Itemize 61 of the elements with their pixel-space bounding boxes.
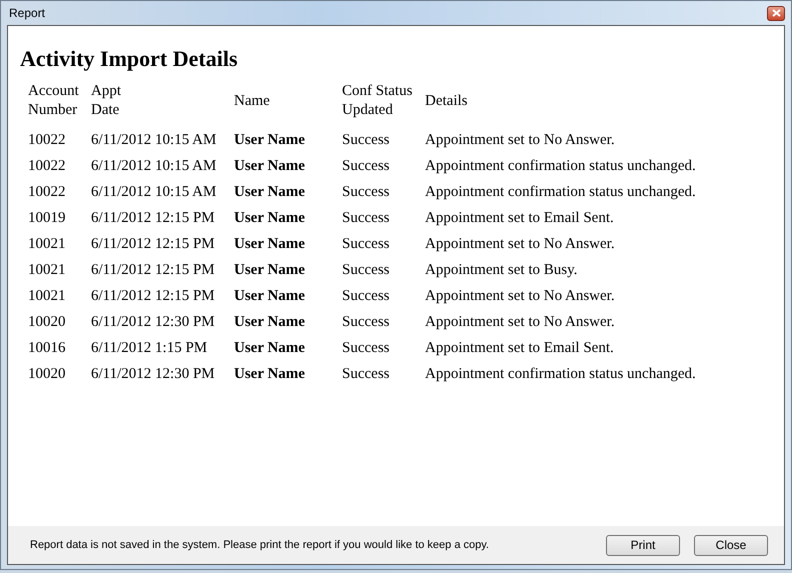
table-cell: 6/11/2012 12:15 PM — [91, 257, 234, 283]
table-cell-text: User Name — [234, 286, 306, 306]
table-cell-text: 10021 — [28, 234, 66, 254]
table-cell: 6/11/2012 12:30 PM — [91, 309, 234, 335]
table-cell-text: 10020 — [28, 364, 66, 384]
table-cell-text: 10022 — [28, 156, 66, 176]
table-cell: Success — [342, 309, 425, 335]
table-cell-text: 10020 — [28, 312, 66, 332]
column-header: Appt Date — [91, 82, 122, 120]
close-button[interactable]: Close — [694, 534, 768, 556]
table-cell-text: User Name — [234, 234, 306, 254]
table-cell-text: User Name — [234, 130, 306, 150]
table-cell-text: 10021 — [28, 286, 66, 306]
table-cell-text: User Name — [234, 156, 306, 176]
column-header: Name — [234, 92, 271, 110]
close-icon[interactable] — [767, 6, 785, 20]
table-cell: 6/11/2012 10:15 AM — [91, 127, 234, 153]
table-cell-text: 10022 — [28, 182, 66, 202]
table-cell: 6/11/2012 12:15 PM — [91, 231, 234, 257]
column-header: Conf Status Updated — [342, 82, 414, 120]
table-cell-text: Appointment confirmation status unchanged. — [425, 156, 696, 176]
table-cell-text: Appointment set to No Answer. — [425, 312, 616, 332]
table-cell-text: Appointment set to No Answer. — [425, 130, 616, 150]
table-cell: Success — [342, 361, 425, 387]
report-heading: Activity Import Details — [20, 46, 239, 72]
table-cell: Success — [342, 179, 425, 205]
table-cell: Success — [342, 257, 425, 283]
table-cell-text: Appointment set to Email Sent. — [425, 208, 615, 228]
table-cell: 6/11/2012 10:15 AM — [91, 153, 234, 179]
table-cell-text: User Name — [234, 364, 306, 384]
table-cell-text: User Name — [234, 208, 306, 228]
table-cell: Success — [342, 283, 425, 309]
table-cell-text: Appointment set to No Answer. — [425, 286, 616, 306]
table-cell-text: Appointment set to Busy. — [425, 260, 578, 280]
table-cell-text: User Name — [234, 338, 306, 358]
column-header: Details — [425, 92, 468, 110]
window-title: Report — [8, 6, 46, 20]
table-cell-text: User Name — [234, 312, 306, 332]
table-cell-text: User Name — [234, 182, 306, 202]
table-cell-text: Appointment set to Email Sent. — [425, 338, 615, 358]
table-cell: 6/11/2012 1:15 PM — [91, 335, 234, 361]
table-cell-text: Appointment confirmation status unchanged. — [425, 364, 696, 384]
print-button[interactable]: Print — [606, 534, 680, 556]
table-cell: 6/11/2012 12:30 PM — [91, 361, 234, 387]
table-cell-text: Appointment set to No Answer. — [425, 234, 616, 254]
table-cell-text: Appointment confirmation status unchanged. — [425, 182, 696, 202]
table-cell-text: 10022 — [28, 130, 66, 150]
table-cell: 6/11/2012 12:15 PM — [91, 205, 234, 231]
table-cell: Success — [342, 231, 425, 257]
table-cell: Success — [342, 205, 425, 231]
column-header: Account Number — [28, 82, 80, 120]
table-cell-text: User Name — [234, 260, 306, 280]
table-cell: Success — [342, 127, 425, 153]
table-cell: 6/11/2012 12:15 PM — [91, 283, 234, 309]
table-cell: 6/11/2012 10:15 AM — [91, 179, 234, 205]
table-cell-text: 10016 — [28, 338, 66, 358]
status-message: Report data is not saved in the system. Please print the report if you would like to keep a copy. — [29, 539, 490, 551]
table-cell: Success — [342, 153, 425, 179]
table-cell: Success — [342, 335, 425, 361]
table-cell-text: 10021 — [28, 260, 66, 280]
table-cell-text: 10019 — [28, 208, 66, 228]
